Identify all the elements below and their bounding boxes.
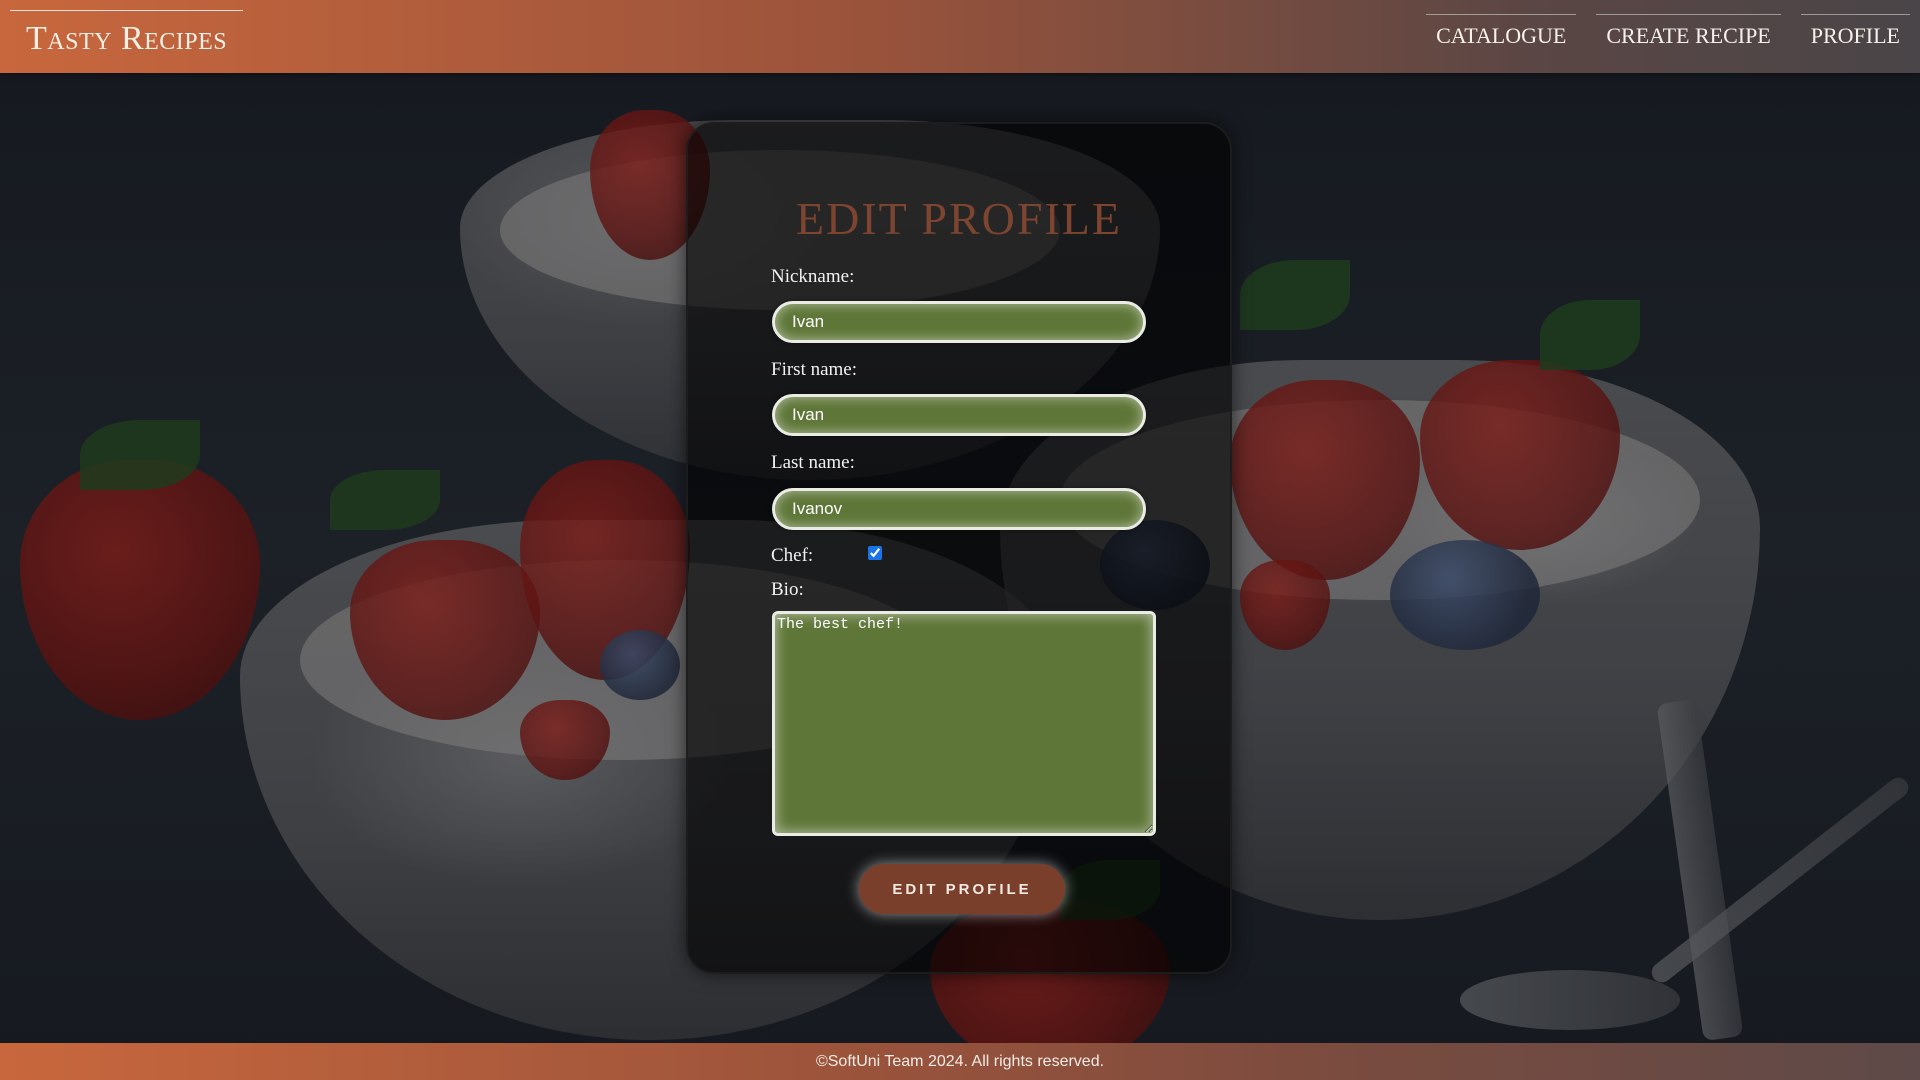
bio-textarea[interactable]: The best chef! [772,611,1156,836]
nickname-label: Nickname: [771,266,855,287]
first-name-label: First name: [771,359,858,380]
site-logo-link[interactable]: Tasty Recipes [10,10,244,69]
nav-catalogue-link[interactable]: Catalogue [1426,14,1577,51]
edit-profile-button[interactable]: Edit Profile [859,864,1065,914]
footer-copyright: ©SoftUni Team 2024. All rights reserved. [815,1053,1105,1070]
form-title: Edit Profile [796,193,1122,244]
edit-profile-form: Edit Profile Nickname: First name: Last … [686,122,1232,974]
chef-label: Chef: [771,545,814,566]
nickname-input[interactable] [772,301,1146,343]
chef-checkbox[interactable] [868,546,882,560]
nav-create-recipe-link[interactable]: Create Recipe [1596,14,1781,51]
site-header: Tasty Recipes Catalogue Create Recipe Pr… [0,0,1920,73]
last-name-input[interactable] [772,488,1146,530]
bio-label: Bio: [771,579,804,600]
main-nav: Catalogue Create Recipe Profile [1426,14,1920,51]
nav-profile-link[interactable]: Profile [1800,14,1910,51]
first-name-input[interactable] [772,394,1146,436]
site-footer: ©SoftUni Team 2024. All rights reserved. [0,1043,1920,1080]
last-name-label: Last name: [771,452,855,473]
